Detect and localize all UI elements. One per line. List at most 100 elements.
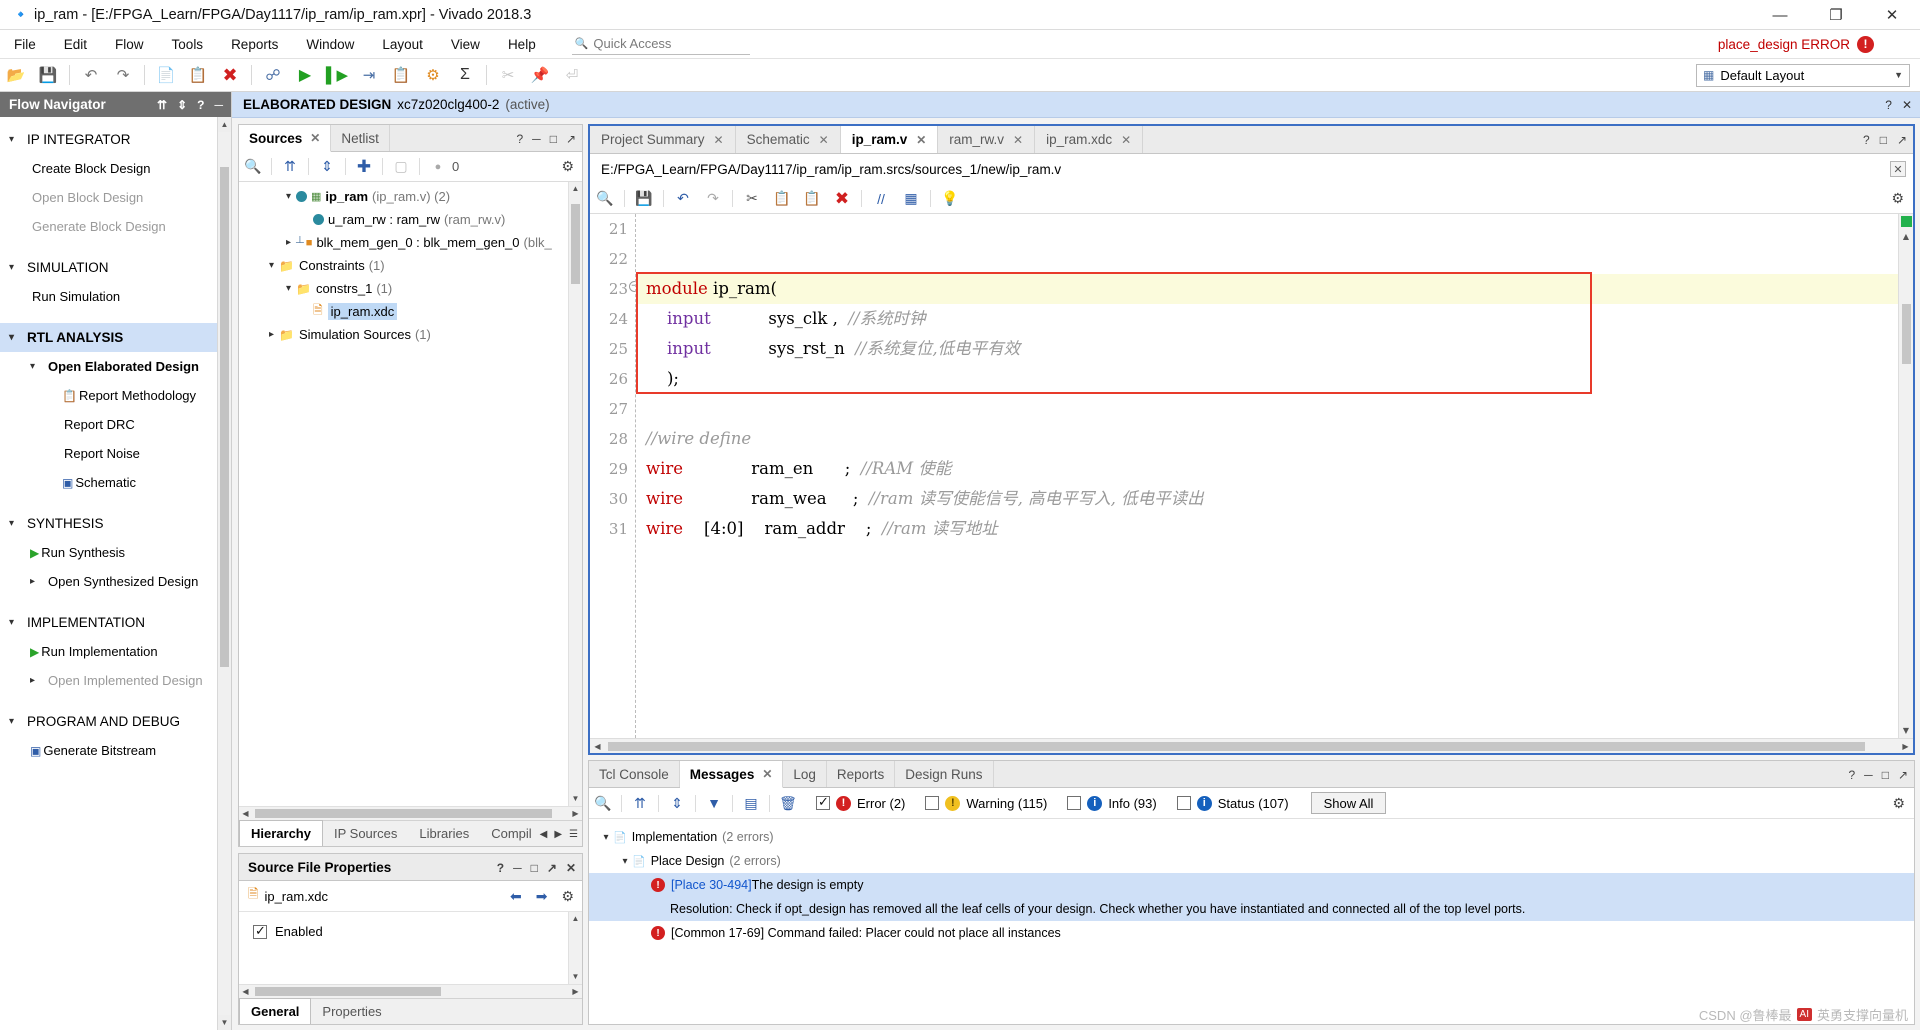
- minimize-button[interactable]: —: [1752, 0, 1808, 30]
- close-tab-icon[interactable]: ✕: [1121, 133, 1131, 147]
- sources-view-tab-libraries[interactable]: Libraries: [408, 821, 480, 846]
- flow-section-rtl-analysis[interactable]: ▾ RTL ANALYSIS: [0, 323, 217, 352]
- clipboard-icon[interactable]: 📋: [388, 62, 414, 88]
- messages-filter-info[interactable]: i Info (93): [1067, 795, 1157, 811]
- flow-item-generate-bitstream[interactable]: ▣ Generate Bitstream: [0, 736, 217, 765]
- editor-tab-ip-ram-xdc[interactable]: ip_ram.xdc ✕: [1035, 126, 1144, 153]
- menu-tools[interactable]: Tools: [158, 30, 218, 59]
- undo-icon[interactable]: ↶: [78, 62, 104, 88]
- gear-icon[interactable]: ⚙: [1891, 190, 1904, 207]
- help-icon[interactable]: ?: [197, 98, 204, 112]
- menu-file[interactable]: File: [0, 30, 50, 59]
- messages-tab-tcl-console[interactable]: Tcl Console: [589, 761, 680, 787]
- redo-icon[interactable]: ↷: [110, 62, 136, 88]
- code-line[interactable]: [636, 394, 1898, 424]
- sfp-hscrollbar[interactable]: ◀ ▶: [239, 984, 582, 998]
- scroll-thumb[interactable]: [571, 204, 580, 284]
- enabled-checkbox[interactable]: [253, 923, 267, 939]
- menu-window[interactable]: Window: [292, 30, 368, 59]
- tree-item[interactable]: ▾ 📁 Constraints (1): [239, 254, 568, 277]
- menu-flow[interactable]: Flow: [101, 30, 158, 59]
- scroll-right-icon[interactable]: ▶: [569, 987, 582, 996]
- sources-hscrollbar[interactable]: ◀ ▶: [239, 806, 582, 820]
- sources-tab-sources[interactable]: Sources ✕: [239, 125, 332, 152]
- code-line[interactable]: wire [4:0] ram_addr ; //ram 读写地址: [636, 514, 1898, 544]
- float-icon[interactable]: ↗: [1897, 133, 1907, 147]
- close-tab-icon[interactable]: ✕: [916, 133, 926, 147]
- close-button[interactable]: ✕: [1864, 0, 1920, 30]
- scroll-up-icon[interactable]: ▲: [569, 912, 582, 926]
- message-row[interactable]: ▾ 📄 Implementation (2 errors): [589, 825, 1914, 849]
- code-line[interactable]: wire ram_en ; //RAM 使能: [636, 454, 1898, 484]
- code-line[interactable]: [636, 214, 1898, 244]
- save-icon[interactable]: 💾: [35, 62, 61, 88]
- menu-help[interactable]: Help: [494, 30, 550, 59]
- sfp-tab-properties[interactable]: Properties: [311, 999, 392, 1024]
- settings-icon[interactable]: ⚙: [420, 62, 446, 88]
- scroll-right-icon[interactable]: ▶: [569, 809, 582, 818]
- help-icon[interactable]: ?: [516, 132, 523, 146]
- messages-tab-messages[interactable]: Messages ✕: [679, 761, 784, 788]
- sources-view-tab-hierarchy[interactable]: Hierarchy: [239, 820, 323, 846]
- gear-icon[interactable]: ⚙: [561, 888, 574, 905]
- message-row[interactable]: ! [Place 30-494] The design is empty: [589, 873, 1914, 897]
- code-line[interactable]: input sys_rst_n //系统复位,低电平有效: [636, 334, 1898, 364]
- scroll-right-icon[interactable]: ▶: [1898, 742, 1913, 751]
- chevron-down-icon[interactable]: ▾: [599, 832, 613, 843]
- sources-view-tab-ip-sources[interactable]: IP Sources: [323, 821, 408, 846]
- show-all-button[interactable]: Show All: [1310, 792, 1387, 814]
- maximize-icon[interactable]: □: [531, 861, 538, 875]
- minimize-panel-icon[interactable]: ─: [214, 98, 223, 112]
- sources-view-tab-compil[interactable]: Compil: [480, 821, 542, 846]
- tab-menu-icon[interactable]: ☰: [569, 829, 578, 840]
- report-icon[interactable]: ⇥: [356, 62, 382, 88]
- scroll-down-icon[interactable]: ▼: [569, 792, 582, 806]
- tab-next-icon[interactable]: ▶: [554, 829, 562, 840]
- filter-checkbox[interactable]: [1176, 796, 1191, 810]
- code-lines[interactable]: module ip_ram( input sys_clk , //系统时钟 in…: [635, 214, 1898, 738]
- run-icon[interactable]: ▶: [292, 62, 318, 88]
- sigma-icon[interactable]: Σ: [452, 62, 478, 88]
- editor-tab-project-summary[interactable]: Project Summary ✕: [590, 126, 736, 153]
- messages-filter-warning[interactable]: ! Warning (115): [925, 795, 1047, 811]
- editor-tab-schematic[interactable]: Schematic ✕: [736, 126, 841, 153]
- minimize-icon[interactable]: □: [1880, 133, 1887, 147]
- editor-tab-ip-ram-v[interactable]: ip_ram.v ✕: [840, 126, 939, 153]
- menu-reports[interactable]: Reports: [217, 30, 292, 59]
- code-line[interactable]: module ip_ram(: [636, 274, 1898, 304]
- tree-item[interactable]: ▾ 📁 constrs_1 (1): [239, 277, 568, 300]
- code-hscrollbar[interactable]: ◀ ▶: [590, 738, 1913, 753]
- redo-icon[interactable]: ↷: [698, 187, 728, 211]
- filter-checkbox[interactable]: [1067, 796, 1082, 810]
- help-icon[interactable]: ?: [497, 861, 504, 875]
- scroll-thumb[interactable]: [255, 809, 552, 818]
- run-step-icon[interactable]: ▌▶: [324, 62, 350, 88]
- copy-icon[interactable]: 📋: [767, 187, 797, 211]
- status-indicator[interactable]: place_design ERROR !: [1718, 35, 1874, 53]
- flow-item-open-synthesized-design[interactable]: ▸ Open Synthesized Design: [0, 567, 217, 596]
- flow-navigator-scrollbar[interactable]: ▲ ▼: [217, 117, 231, 1030]
- chevron-down-icon[interactable]: ▾: [618, 856, 632, 867]
- search-replace-icon[interactable]: ☍: [260, 62, 286, 88]
- flow-item-run-implementation[interactable]: ▶ Run Implementation: [0, 637, 217, 666]
- flow-item-create-block-design[interactable]: Create Block Design: [0, 154, 217, 183]
- float-icon[interactable]: ↗: [547, 861, 557, 875]
- chevron-down-icon[interactable]: ▾: [281, 283, 296, 294]
- filter-checkbox[interactable]: [925, 796, 940, 810]
- close-tab-icon[interactable]: ✕: [762, 767, 772, 781]
- close-file-icon[interactable]: ✕: [1890, 161, 1906, 177]
- delete-icon[interactable]: ✖: [827, 187, 857, 211]
- scroll-left-icon[interactable]: ◀: [239, 987, 252, 996]
- minimize-icon[interactable]: ─: [513, 861, 522, 875]
- enabled-checkbox-row[interactable]: Enabled: [253, 923, 568, 939]
- scroll-thumb[interactable]: [220, 167, 229, 667]
- flow-item-report-noise[interactable]: Report Noise: [0, 439, 217, 468]
- expand-all-icon[interactable]: ⇕: [663, 791, 691, 815]
- chevron-right-icon[interactable]: ▸: [281, 237, 296, 248]
- maximize-icon[interactable]: □: [550, 132, 557, 146]
- help-icon[interactable]: ?: [1863, 133, 1870, 147]
- search-icon[interactable]: 🔍: [239, 155, 267, 179]
- sources-tree[interactable]: ▾ ▦ ip_ram (ip_ram.v) (2) u_ram_rw : ram_rw(…: [239, 182, 568, 806]
- messages-tree[interactable]: ▾ 📄 Implementation (2 errors) ▾ 📄 Place Design…: [589, 819, 1914, 1024]
- flow-item-run-simulation[interactable]: Run Simulation: [0, 282, 217, 311]
